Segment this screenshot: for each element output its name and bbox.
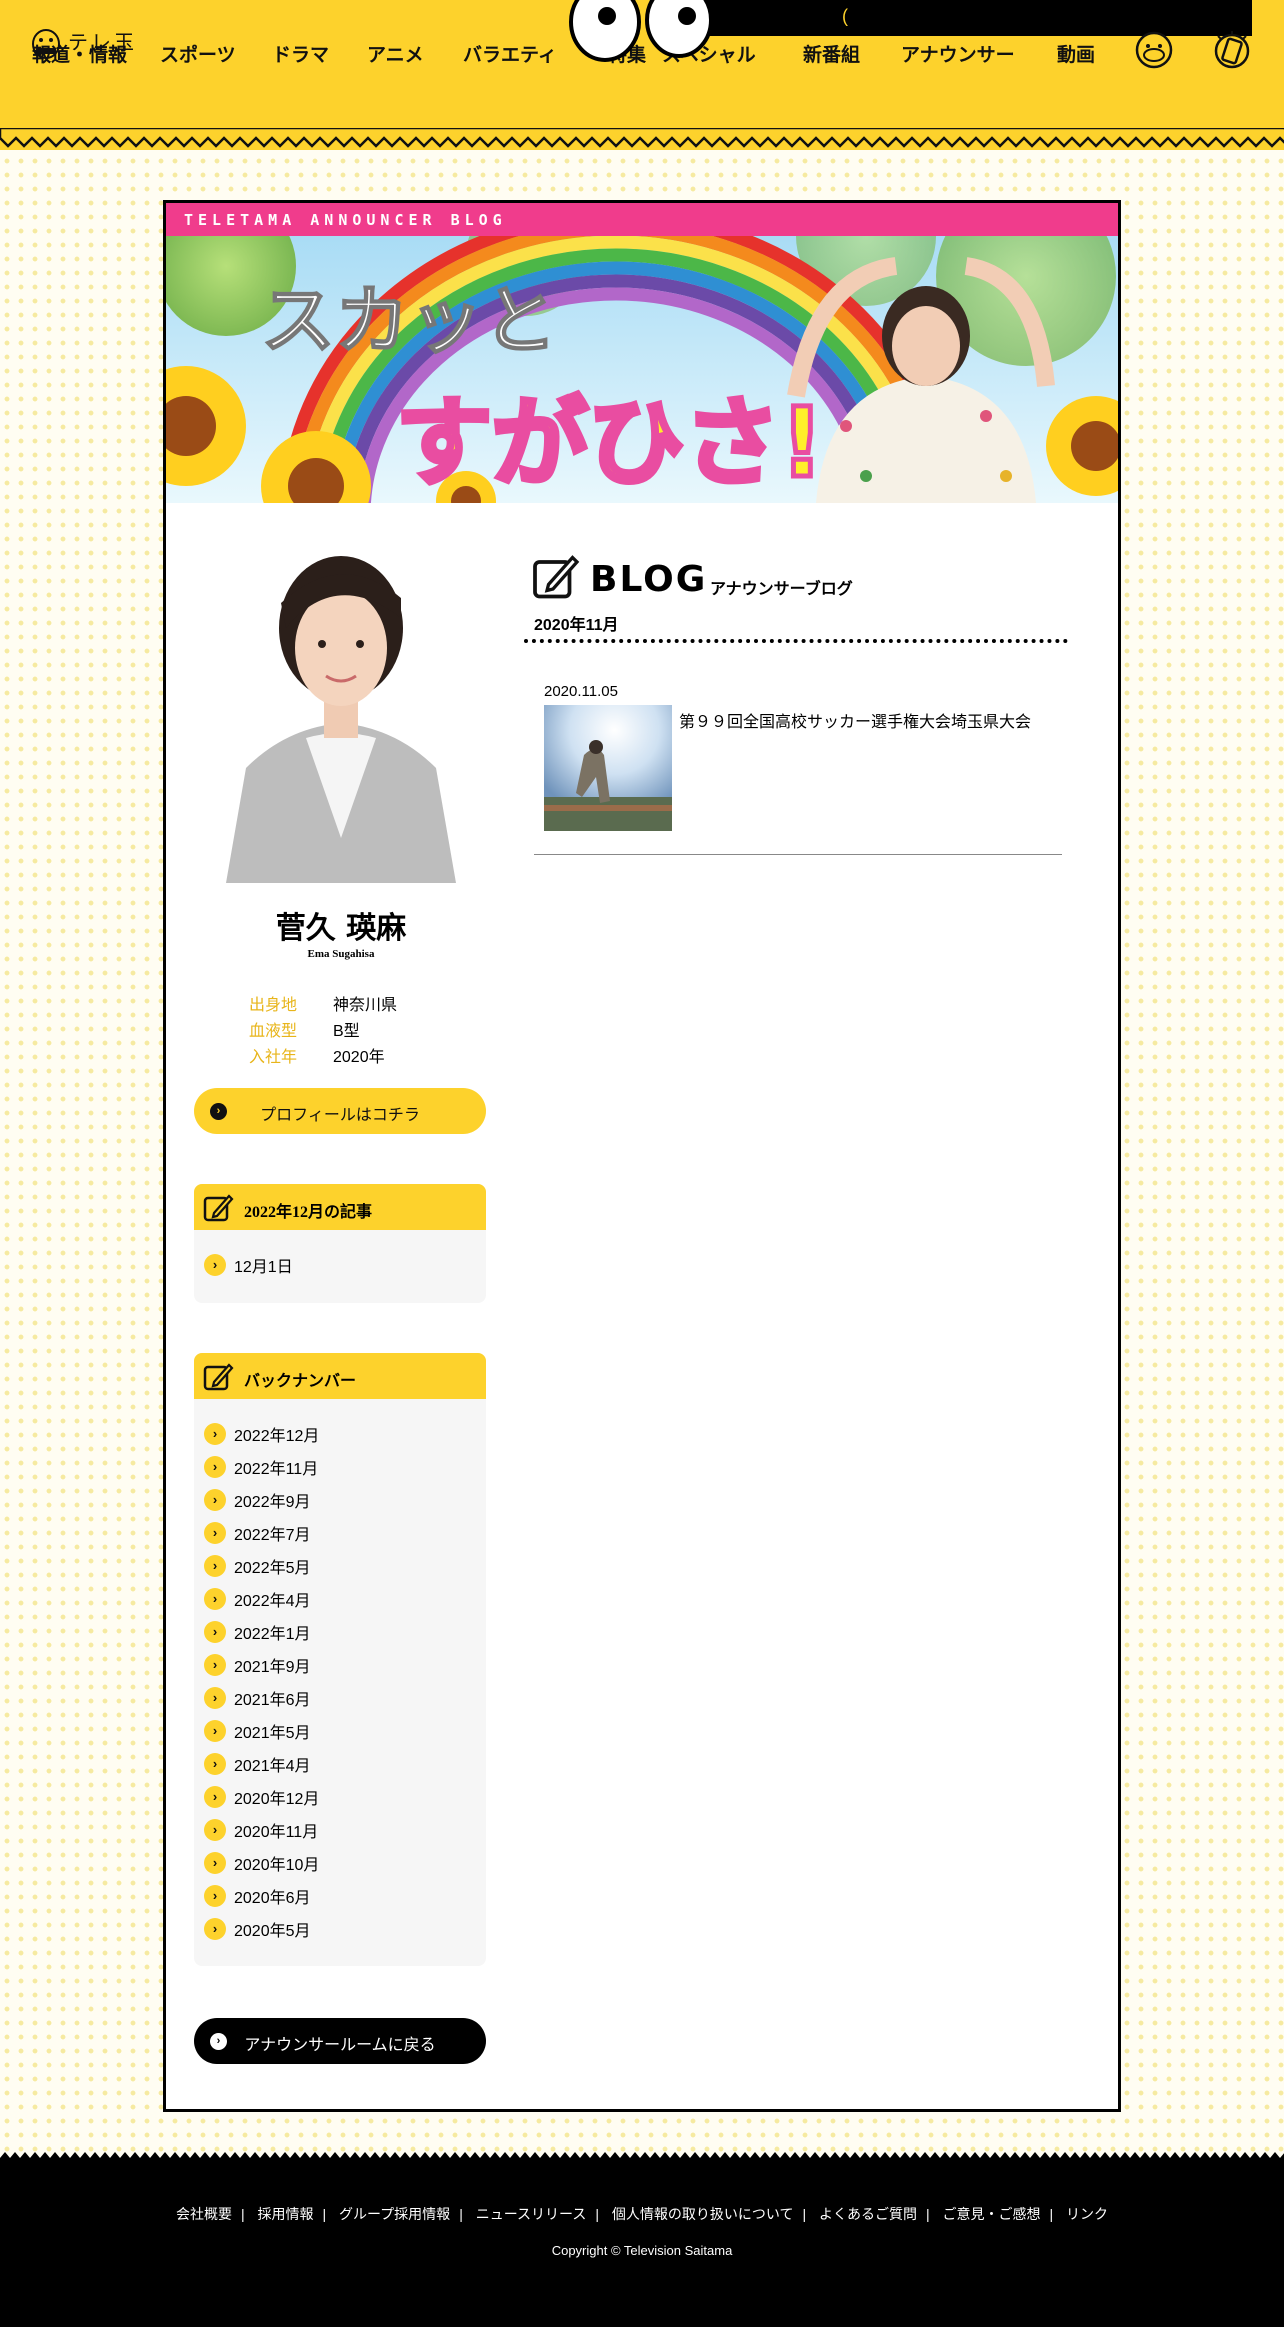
arrow-right-icon: ›	[204, 1885, 226, 1907]
post-divider	[534, 854, 1062, 855]
nav-drama[interactable]: ドラマ	[272, 40, 329, 67]
backnumber-header: バックナンバー	[194, 1353, 486, 1399]
profile-value: B型	[333, 1023, 360, 1040]
backnumber-link[interactable]: › 2022年9月	[204, 1488, 311, 1512]
dotted-divider	[524, 639, 1068, 643]
hero-title-top: スカッと	[261, 278, 557, 364]
backnumber-link[interactable]: › 2022年5月	[204, 1554, 311, 1578]
smartphone-icon[interactable]	[1212, 30, 1252, 70]
arrow-right-icon: ›	[204, 1720, 226, 1742]
backnumber-link[interactable]: › 2021年4月	[204, 1752, 311, 1776]
profile-label: 入社年	[249, 1049, 298, 1066]
nav-new-programs[interactable]: 新番組	[803, 40, 860, 67]
post-thumbnail[interactable]	[544, 705, 672, 831]
recent-articles-title: 2022年12月の記事	[244, 1204, 373, 1221]
hero-title-main: すがひさ!	[396, 387, 824, 499]
backnumber-link[interactable]: › 2021年5月	[204, 1719, 311, 1743]
mascot-icon[interactable]	[1134, 30, 1174, 70]
announcer-portrait	[216, 548, 466, 883]
arrow-right-icon: ›	[204, 1786, 226, 1808]
nav-news[interactable]: 報道・情報	[32, 40, 127, 67]
profile-label: 出身地	[249, 997, 298, 1014]
profile-row-join-year: 入社年 2020年	[249, 1043, 385, 1067]
arrow-right-icon: ›	[204, 1621, 226, 1643]
backnumber-box: バックナンバー › 2022年12月 › 2022年11月 › 2022年9月 › 20…	[194, 1353, 486, 1966]
backnumber-link[interactable]: › 2021年6月	[204, 1686, 311, 1710]
backnumber-link[interactable]: › 2022年11月	[204, 1455, 318, 1479]
recent-articles-box: 2022年12月の記事 › 12月1日	[194, 1184, 486, 1303]
copyright: Copyright © Television Saitama	[551, 2243, 733, 2258]
recent-article-link[interactable]: › 12月1日	[204, 1253, 293, 1277]
blog-frame: TELETAMA ANNOUNCER BLOG スカッと すがひさ! 菅久 瑛麻…	[163, 200, 1121, 2112]
nav-variety[interactable]: バラエティ	[463, 40, 557, 67]
top-banner-text: (	[842, 6, 848, 26]
backnumber-link[interactable]: › 2022年7月	[204, 1521, 311, 1545]
blog-subtitle: アナウンサーブログ	[710, 581, 853, 598]
profile-label: 血液型	[249, 1023, 298, 1040]
nav-video[interactable]: 動画	[1057, 40, 1095, 67]
arrow-right-icon: ›	[204, 1819, 226, 1841]
profile-row-blood-type: 血液型 B型	[249, 1017, 360, 1041]
footer-links: 会社概要 | 採用情報 | グループ採用情報 | ニュースリリース | 個人情報の取り扱…	[175, 2206, 1109, 2222]
blog-strip-text: TELETAMA ANNOUNCER BLOG	[184, 211, 507, 229]
arrow-right-icon: ›	[204, 1753, 226, 1775]
backnumber-link[interactable]: › 2022年12月	[204, 1422, 319, 1446]
backnumber-title: バックナンバー	[244, 1373, 357, 1390]
back-to-announcer-room-button[interactable]: › アナウンサールームに戻る	[194, 2018, 486, 2064]
footer-link-privacy[interactable]: 個人情報の取り扱いについて	[612, 2206, 794, 2222]
arrow-right-icon: ›	[204, 1489, 226, 1511]
arrow-right-icon: ›	[204, 1687, 226, 1709]
nav-anime[interactable]: アニメ	[367, 40, 424, 67]
arrow-right-icon: ›	[204, 1423, 226, 1445]
blog-month: 2020年11月	[534, 617, 619, 634]
arrow-right-icon: ›	[204, 1852, 226, 1874]
nav-announcer[interactable]: アナウンサー	[901, 40, 1015, 67]
pencil-note-icon	[203, 1194, 234, 1222]
mascot-eyes-icon	[569, 0, 713, 62]
post-title-link[interactable]: 第９９回全国高校サッカー選手権大会埼玉県大会	[679, 708, 1031, 732]
backnumber-link[interactable]: › 2020年10月	[204, 1851, 319, 1875]
pencil-note-icon	[203, 1363, 234, 1391]
backnumber-link[interactable]: › 2020年5月	[204, 1917, 311, 1941]
pencil-note-icon	[533, 555, 580, 599]
profile-value: 神奈川県	[333, 997, 398, 1014]
site-header: テレ玉 報道・情報 スポーツ ドラマ アニメ バラエティ 特集 スペシャル 新番…	[0, 0, 1284, 150]
profile-row-hometown: 出身地 神奈川県	[249, 991, 397, 1015]
backnumber-link[interactable]: › 2021年9月	[204, 1653, 311, 1677]
backnumber-link[interactable]: › 2022年1月	[204, 1620, 311, 1644]
profile-button-label: プロフィールはコチラ	[260, 1107, 420, 1124]
backnumber-link[interactable]: › 2020年6月	[204, 1884, 311, 1908]
footer-link-feedback[interactable]: ご意見・ご感想	[943, 2206, 1041, 2222]
header-zigzag-edge	[0, 128, 1284, 148]
blog-strip: TELETAMA ANNOUNCER BLOG	[166, 203, 1118, 236]
arrow-right-icon: ›	[204, 1555, 226, 1577]
backnumber-link[interactable]: › 2020年12月	[204, 1785, 319, 1809]
announcer-name: 菅久 瑛麻	[275, 911, 407, 946]
arrow-right-icon: ›	[204, 1654, 226, 1676]
profile-value: 2020年	[333, 1049, 385, 1066]
recent-articles-header: 2022年12月の記事	[194, 1184, 486, 1230]
site-footer: 会社概要 | 採用情報 | グループ採用情報 | ニュースリリース | 個人情報の取り扱…	[0, 2164, 1284, 2327]
footer-link-links[interactable]: リンク	[1066, 2206, 1108, 2222]
blog-title: BLOG	[590, 559, 708, 600]
arrow-right-icon: ›	[204, 1918, 226, 1940]
arrow-right-icon: ›	[204, 1588, 226, 1610]
footer-link-company[interactable]: 会社概要	[176, 2206, 232, 2222]
backnumber-link[interactable]: › 2022年4月	[204, 1587, 311, 1611]
profile-button[interactable]: › プロフィールはコチラ	[194, 1088, 486, 1134]
footer-link-group-recruit[interactable]: グループ採用情報	[339, 2206, 450, 2222]
footer-link-faq[interactable]: よくあるご質問	[819, 2206, 917, 2222]
footer-link-recruit[interactable]: 採用情報	[257, 2206, 313, 2222]
footer-link-news-release[interactable]: ニュースリリース	[476, 2206, 587, 2222]
arrow-right-icon: ›	[204, 1456, 226, 1478]
nav-sports[interactable]: スポーツ	[160, 40, 236, 67]
hero-banner: スカッと すがひさ!	[166, 236, 1118, 503]
backnumber-link[interactable]: › 2020年11月	[204, 1818, 318, 1842]
post-date: 2020.11.05	[544, 683, 618, 700]
arrow-right-icon: ›	[204, 1254, 226, 1276]
announcer-name-roman: Ema Sugahisa	[307, 948, 375, 960]
arrow-right-icon: ›	[204, 1522, 226, 1544]
back-button-label: アナウンサールームに戻る	[244, 2037, 436, 2054]
